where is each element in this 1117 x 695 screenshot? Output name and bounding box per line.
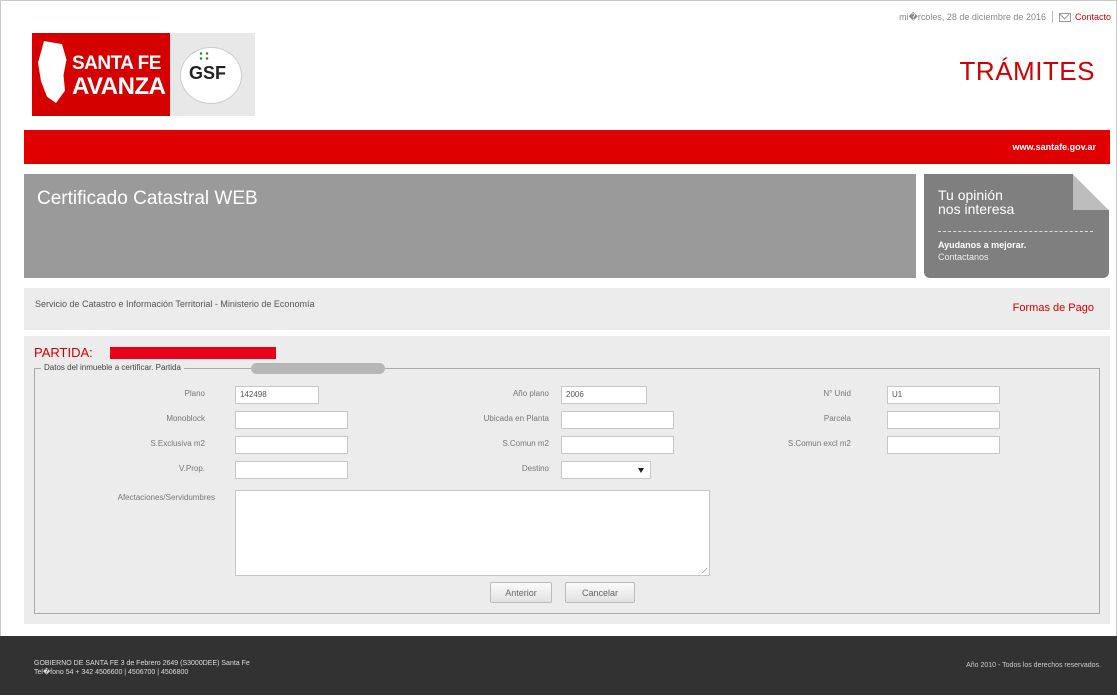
ubicada-planta-input[interactable] xyxy=(561,411,674,429)
contact-label: Contacto xyxy=(1074,12,1111,22)
current-date: mi�rcoles, 28 de diciembre de 2016 xyxy=(899,11,1046,22)
s-comun-excl-input[interactable] xyxy=(887,436,1000,454)
ubicada-planta-label: Ubicada en Planta xyxy=(483,414,549,423)
site-url-link[interactable]: www.santafe.gov.ar xyxy=(1012,142,1096,152)
footer-address-line2: Tel�fono 54 + 342 4506600 | 4506700 | 45… xyxy=(34,669,189,676)
resize-grip-icon[interactable] xyxy=(701,567,707,573)
info-strip: Servicio de Catastro e Información Terri… xyxy=(24,288,1110,330)
anio-plano-input[interactable]: 2006 xyxy=(561,386,647,404)
s-exclusiva-input[interactable] xyxy=(235,436,348,454)
mail-icon xyxy=(1058,12,1071,22)
property-fieldset: Datos del inmueble a certificar. Partida… xyxy=(34,363,1100,614)
plano-label: Plano xyxy=(184,389,205,398)
anio-plano-label: Año plano xyxy=(512,389,549,398)
service-name: Servicio de Catastro e Información Terri… xyxy=(35,299,315,309)
parcela-label: Parcela xyxy=(823,414,851,423)
footer-address-line1: GOBIERNO DE SANTA FE 3 de Febrero 2649 (… xyxy=(34,660,250,667)
v-prop-label: V.Prop. xyxy=(179,464,205,473)
tramites-heading: TRÁMITES xyxy=(959,56,1095,86)
n-unid-label: N° Unid xyxy=(823,389,851,398)
gsf-logo[interactable]: GSF xyxy=(170,33,255,116)
parcela-input[interactable] xyxy=(887,411,1000,429)
s-comun-label: S.Comun m2 xyxy=(502,439,549,448)
footer: GOBIERNO DE SANTA FE 3 de Febrero 2649 (… xyxy=(0,636,1117,695)
top-bar: mi�rcoles, 28 de diciembre de 2016 Conta… xyxy=(899,11,1111,23)
form-area: PARTIDA: Datos del inmueble a certificar… xyxy=(24,336,1110,624)
afectaciones-label: Afectaciones/Servidumbres xyxy=(117,493,215,502)
page-title: Certificado Catastral WEB xyxy=(37,188,258,209)
red-nav-bar: www.santafe.gov.ar xyxy=(24,130,1110,164)
n-unid-input[interactable]: U1 xyxy=(887,386,1000,404)
logo-text-line1: SANTA FE xyxy=(72,53,161,74)
fieldset-legend: Datos del inmueble a certificar. Partida xyxy=(41,363,184,372)
logo-text-line2: AVANZA xyxy=(72,73,166,100)
footer-address: GOBIERNO DE SANTA FE 3 de Febrero 2649 (… xyxy=(34,659,250,677)
s-comun-excl-label: S.Comun excl m2 xyxy=(787,439,851,448)
gsf-text: GSF xyxy=(189,63,227,83)
feedback-contact-link[interactable]: Contactanos xyxy=(938,252,989,262)
monoblock-input[interactable] xyxy=(235,411,348,429)
title-banner: Certificado Catastral WEB xyxy=(24,174,916,278)
feedback-title: Tu opinión nos interesa xyxy=(938,188,1014,216)
monoblock-label: Monoblock xyxy=(166,414,205,423)
v-prop-input[interactable] xyxy=(235,461,348,479)
afectaciones-textarea[interactable] xyxy=(235,490,710,576)
page-fold-icon xyxy=(1073,174,1109,210)
redacted-legend-value xyxy=(251,363,385,374)
dropdown-arrow-icon xyxy=(638,468,644,473)
plano-input[interactable]: 142498 xyxy=(235,386,319,404)
gsf-dots-icon xyxy=(198,51,210,61)
feedback-cta: Ayudanos a mejorar. xyxy=(938,240,1027,250)
divider xyxy=(1051,11,1053,23)
contact-link[interactable]: Contacto xyxy=(1058,12,1111,22)
payment-methods-link[interactable]: Formas de Pago xyxy=(1013,302,1094,314)
redacted-partida-number xyxy=(110,347,276,359)
province-map-icon xyxy=(38,41,67,103)
s-comun-input[interactable] xyxy=(561,436,674,454)
divider xyxy=(938,231,1093,232)
feedback-box[interactable]: Tu opinión nos interesa Ayudanos a mejor… xyxy=(924,174,1109,278)
santa-fe-avanza-logo[interactable]: SANTA FE AVANZA xyxy=(32,33,170,116)
s-exclusiva-label: S.Exclusiva m2 xyxy=(150,439,205,448)
anterior-button[interactable]: Anterior xyxy=(490,582,552,603)
destino-select[interactable] xyxy=(561,461,651,479)
cancelar-button[interactable]: Cancelar xyxy=(565,582,635,603)
footer-rights: Año 2010 - Todos los derechos reservados… xyxy=(966,662,1101,669)
destino-label: Destino xyxy=(521,464,549,473)
feedback-title-line2: nos interesa xyxy=(938,201,1015,217)
partida-label: PARTIDA: xyxy=(34,345,93,360)
